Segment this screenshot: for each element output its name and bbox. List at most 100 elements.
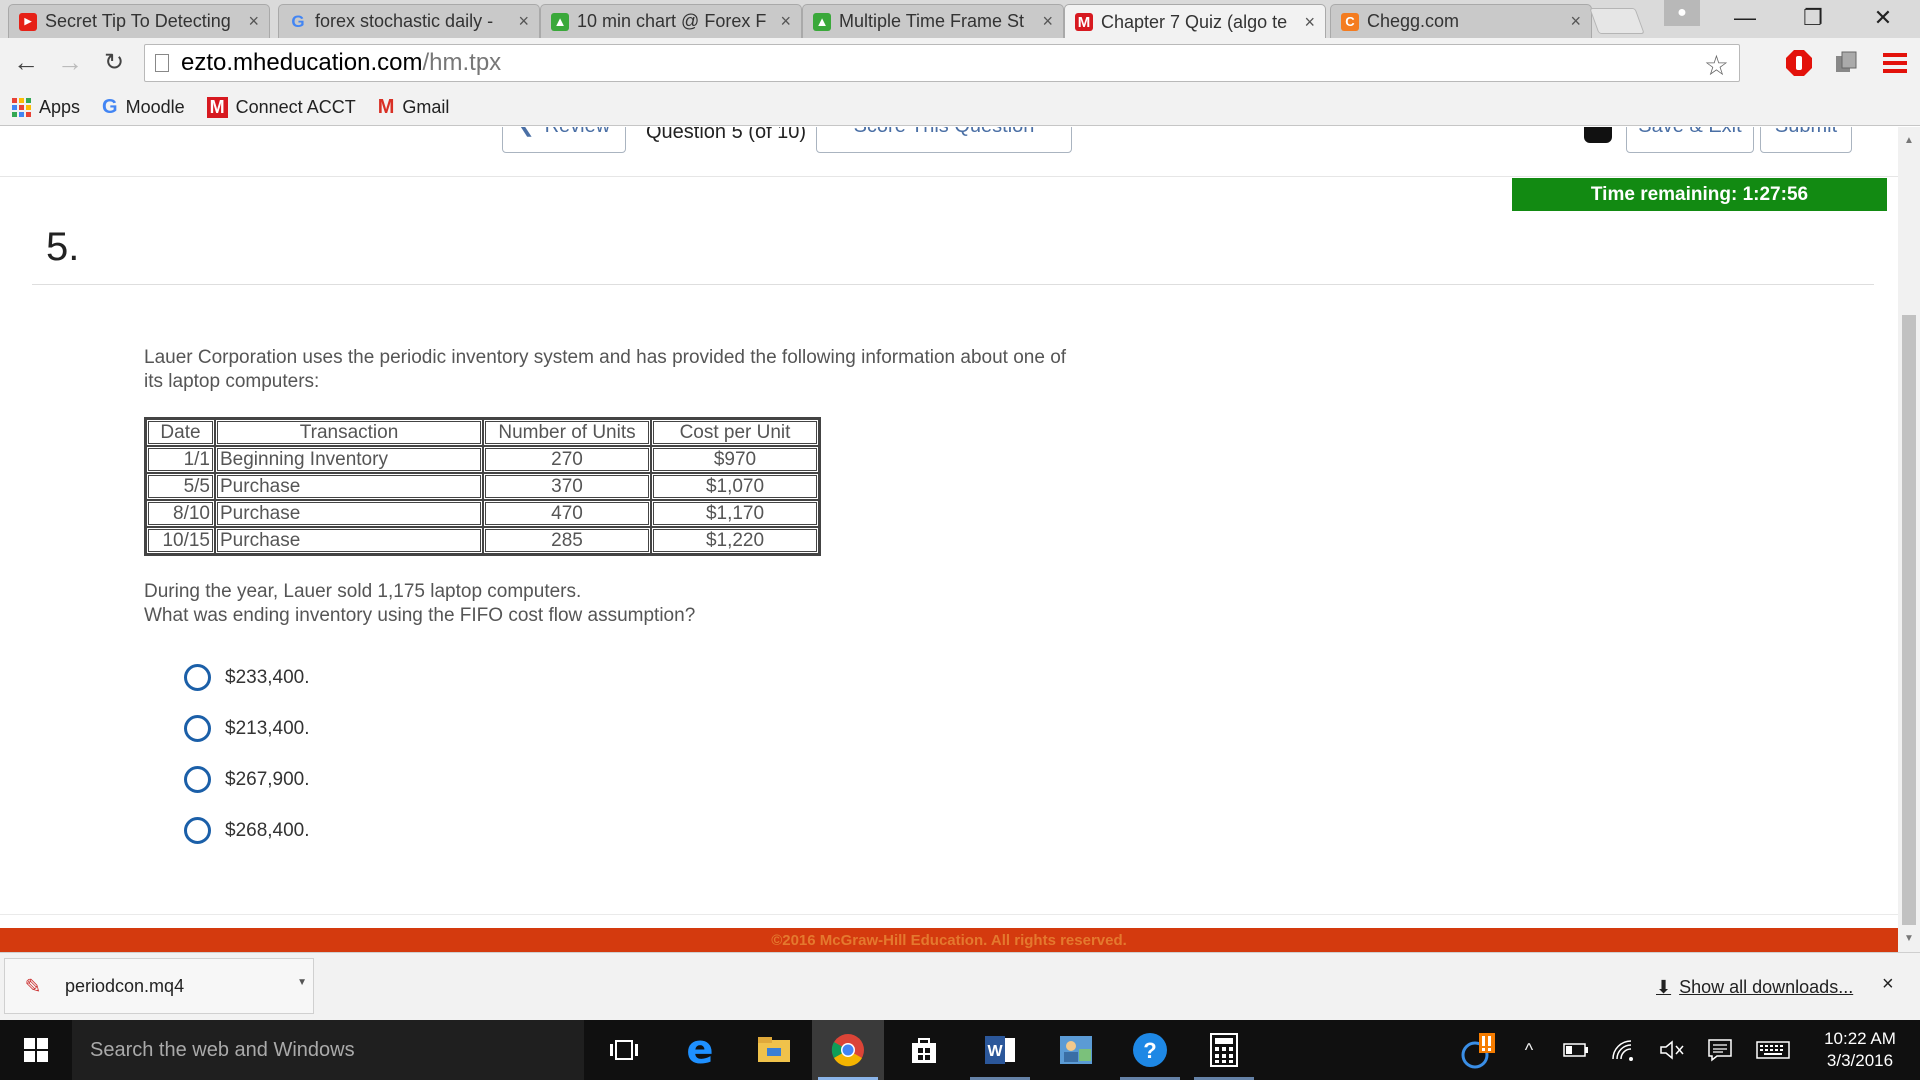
browser-tab[interactable]: C Chegg.com × xyxy=(1330,4,1592,38)
score-question-button[interactable]: Score This Question xyxy=(816,127,1072,153)
review-label: Review xyxy=(545,127,611,138)
calculator-icon[interactable] xyxy=(1188,1020,1260,1080)
download-item[interactable]: ✎ periodcon.mq4 ▼ xyxy=(4,958,314,1014)
save-exit-button[interactable]: Save & Exit xyxy=(1626,127,1754,153)
minimize-icon[interactable]: — xyxy=(1716,0,1774,36)
browser-tab-active[interactable]: M Chapter 7 Quiz (algo te × xyxy=(1064,4,1326,39)
answer-option[interactable]: $267,900. xyxy=(184,766,310,793)
keyboard-icon[interactable] xyxy=(1750,1020,1796,1080)
edge-icon[interactable]: e xyxy=(664,1020,736,1080)
scroll-thumb[interactable] xyxy=(1902,315,1916,925)
close-icon[interactable]: × xyxy=(1882,973,1894,996)
file-explorer-icon[interactable] xyxy=(738,1020,810,1080)
option-label: $213,400. xyxy=(225,717,310,739)
chevron-down-icon[interactable]: ▼ xyxy=(297,977,307,988)
prompt-line: During the year, Lauer sold 1,175 laptop… xyxy=(144,581,582,602)
trash-icon[interactable] xyxy=(1584,127,1612,143)
task-view-icon[interactable] xyxy=(588,1020,660,1080)
address-bar[interactable]: ezto.mheducation.com/hm.tpx ☆ xyxy=(144,44,1740,82)
chevron-up-icon[interactable]: ^ xyxy=(1512,1020,1546,1080)
table-row: 5/5 Purchase 370 $1,070 xyxy=(146,473,819,500)
scroll-down-icon[interactable]: ▼ xyxy=(1898,929,1920,947)
adblock-icon[interactable] xyxy=(1784,48,1814,78)
tab-close-icon[interactable]: × xyxy=(1570,11,1581,32)
new-tab-button[interactable] xyxy=(1589,8,1645,34)
profile-icon[interactable]: ● xyxy=(1664,0,1700,26)
browser-tab[interactable]: ▲ 10 min chart @ Forex F × xyxy=(540,4,802,38)
answer-option[interactable]: $213,400. xyxy=(184,715,310,742)
tab-close-icon[interactable]: × xyxy=(248,11,259,32)
clock-date: 3/3/2016 xyxy=(1826,1051,1894,1070)
apps-grid-icon xyxy=(12,98,31,117)
action-center-icon[interactable] xyxy=(1700,1020,1740,1080)
wifi-icon[interactable] xyxy=(1604,1020,1644,1080)
browser-tab[interactable]: G forex stochastic daily - × xyxy=(278,4,540,38)
notification-alert-icon[interactable] xyxy=(1456,1020,1504,1080)
people-icon[interactable] xyxy=(1040,1020,1112,1080)
radio-button[interactable] xyxy=(184,766,211,793)
back-arrow-icon[interactable]: ← xyxy=(8,44,44,80)
show-all-downloads-link[interactable]: ⬇ Show all downloads... xyxy=(1656,977,1853,998)
bookmarks-bar: Apps G Moodle M Connect ACCT M Gmail xyxy=(0,90,1920,126)
table-cell: 270 xyxy=(483,446,651,473)
taskbar-search-input[interactable]: Search the web and Windows xyxy=(72,1020,584,1080)
google-icon: G xyxy=(291,11,305,31)
page-icon xyxy=(155,54,169,72)
bookmark-moodle[interactable]: G Moodle xyxy=(102,96,185,119)
question-number: 5. xyxy=(46,225,80,269)
chart-icon: ▲ xyxy=(813,12,831,31)
store-icon[interactable] xyxy=(888,1020,960,1080)
bookmark-label: Moodle xyxy=(125,97,185,117)
restore-icon[interactable]: ❐ xyxy=(1784,0,1842,36)
bookmark-gmail[interactable]: M Gmail xyxy=(378,96,450,119)
taskbar-clock[interactable]: 10:22 AM 3/3/2016 xyxy=(1808,1028,1912,1072)
submit-button[interactable]: Submit xyxy=(1760,127,1852,153)
browser-tab[interactable]: ▶ Secret Tip To Detecting × xyxy=(8,4,270,38)
word-icon[interactable]: W xyxy=(964,1020,1036,1080)
bookmark-connect-acct[interactable]: M Connect ACCT xyxy=(206,97,356,118)
radio-button[interactable] xyxy=(184,817,211,844)
page-scrollbar[interactable]: ▲ ▼ xyxy=(1898,127,1920,952)
tab-close-icon[interactable]: × xyxy=(518,11,529,32)
gmail-icon: M xyxy=(377,96,395,118)
bookmark-apps[interactable]: Apps xyxy=(12,97,80,118)
windows-start-icon[interactable] xyxy=(0,1020,72,1080)
divider xyxy=(32,284,1874,285)
extension-icon[interactable] xyxy=(1832,48,1862,78)
copyright-footer: ©2016 McGraw-Hill Education. All rights … xyxy=(0,928,1898,952)
table-cell: Purchase xyxy=(215,500,483,527)
table-cell: 1/1 xyxy=(146,446,215,473)
close-window-icon[interactable]: ✕ xyxy=(1854,0,1912,36)
table-cell: 8/10 xyxy=(146,500,215,527)
reload-icon[interactable]: ↻ xyxy=(96,44,132,80)
tab-close-icon[interactable]: × xyxy=(1304,12,1315,33)
volume-muted-icon[interactable] xyxy=(1652,1020,1692,1080)
chrome-icon[interactable] xyxy=(812,1020,884,1080)
table-cell: 285 xyxy=(483,527,651,554)
radio-button[interactable] xyxy=(184,664,211,691)
tab-close-icon[interactable]: × xyxy=(780,11,791,32)
answer-option[interactable]: $233,400. xyxy=(184,664,310,691)
battery-icon[interactable] xyxy=(1556,1020,1596,1080)
bookmark-star-icon[interactable]: ☆ xyxy=(1704,49,1729,82)
table-header: Date xyxy=(146,419,215,446)
forward-arrow-icon[interactable]: → xyxy=(52,44,88,80)
chart-icon: ▲ xyxy=(551,12,569,31)
scroll-up-icon[interactable]: ▲ xyxy=(1898,131,1920,149)
option-label: $268,400. xyxy=(225,819,310,841)
windows-taskbar: Search the web and Windows e W ? ^ 10:22… xyxy=(0,1020,1920,1080)
browser-tab[interactable]: ▲ Multiple Time Frame St × xyxy=(802,4,1064,38)
help-icon[interactable]: ? xyxy=(1114,1020,1186,1080)
table-cell: $1,220 xyxy=(651,527,819,554)
table-header: Transaction xyxy=(215,419,483,446)
youtube-icon: ▶ xyxy=(19,12,37,31)
answer-option[interactable]: $268,400. xyxy=(184,817,310,844)
svg-text:W: W xyxy=(987,1043,1003,1060)
tab-close-icon[interactable]: × xyxy=(1042,11,1053,32)
radio-button[interactable] xyxy=(184,715,211,742)
file-icon: ✎ xyxy=(24,975,42,998)
table-row: 10/15 Purchase 285 $1,220 xyxy=(146,527,819,554)
url-path: /hm.tpx xyxy=(422,49,502,76)
chrome-menu-icon[interactable] xyxy=(1880,48,1910,78)
review-button[interactable]: ❮ Review xyxy=(502,127,626,153)
